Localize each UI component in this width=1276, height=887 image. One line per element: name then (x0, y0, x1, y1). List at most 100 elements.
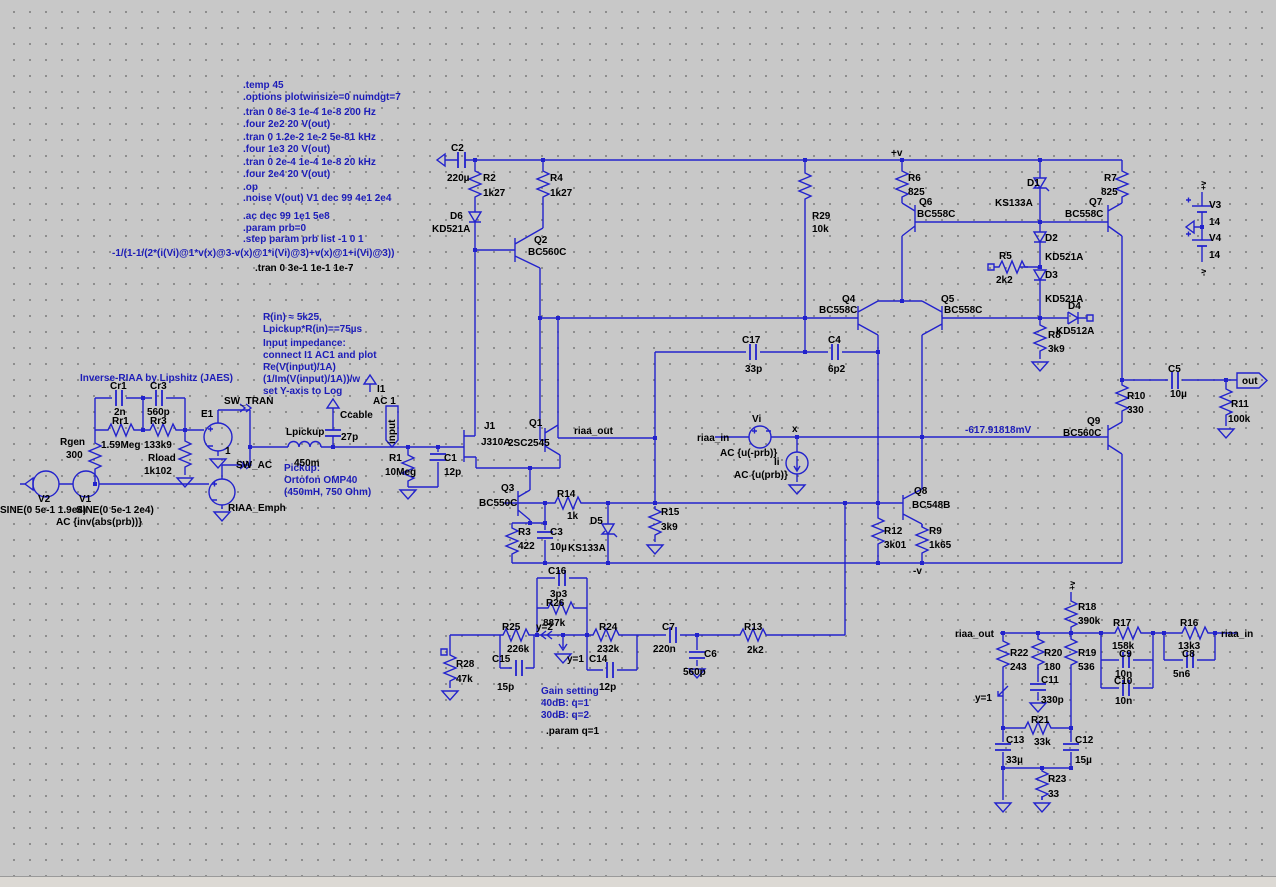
label-C13-val[interactable]: 33µ (1006, 755, 1023, 766)
net-flag-minus-v-v4[interactable]: -v (1199, 268, 1208, 276)
label-R21-val[interactable]: 33k (1034, 737, 1051, 748)
label-C14-ref[interactable]: C14 (589, 654, 608, 665)
label-D1-val[interactable]: KS133A (995, 198, 1033, 209)
label-R19-val[interactable]: 536 (1078, 662, 1095, 673)
label-R3-val[interactable]: 422 (518, 541, 535, 552)
label-D6-val[interactable]: KD521A (432, 224, 470, 235)
directive-noise[interactable]: .noise V(out) V1 dec 99 4e1 2e4 (243, 193, 392, 204)
label-R15-val[interactable]: 3k9 (661, 522, 678, 533)
label-R1-ref[interactable]: R1 (389, 453, 402, 464)
label-C17-ref[interactable]: C17 (742, 335, 761, 346)
label-Rload-ref[interactable]: Rload (148, 453, 176, 464)
label-Ccable-ref[interactable]: Ccable (340, 410, 373, 421)
label-R22-ref[interactable]: R22 (1010, 648, 1029, 659)
label-E1-val[interactable]: 1 (225, 446, 231, 457)
directive-tran-extra[interactable]: .tran 0 3e-1 1e-1 1e-7 (255, 263, 354, 274)
label-R25-ref[interactable]: R25 (502, 622, 521, 633)
label-Lpickup-val[interactable]: 450m (294, 458, 320, 469)
label-Q8-val[interactable]: BC548B (912, 500, 950, 511)
label-D2-val[interactable]: KD521A (1045, 252, 1083, 263)
label-R23-ref[interactable]: R23 (1048, 774, 1067, 785)
label-V2-ref[interactable]: V2 (38, 494, 51, 505)
label-R23-val[interactable]: 33 (1048, 789, 1060, 800)
label-Q1-val[interactable]: 2SC2545 (508, 438, 550, 449)
label-C9-ref[interactable]: C9 (1119, 649, 1132, 660)
comment-gain1[interactable]: Gain setting (541, 686, 599, 697)
label-D4-ref[interactable]: D4 (1068, 301, 1081, 312)
label-R1-val[interactable]: 10Meg (385, 467, 416, 478)
label-Ii-val[interactable]: AC {u(prb)} (734, 470, 788, 481)
label-V4-val[interactable]: 14 (1209, 250, 1221, 261)
comment-imp5[interactable]: set Y-axis to Log (263, 386, 342, 397)
label-R12-val[interactable]: 3k01 (884, 540, 907, 551)
directive-four-200hz[interactable]: .four 2e2 20 V(out) (243, 119, 330, 130)
label-C1-ref[interactable]: C1 (444, 453, 457, 464)
label-R4-val[interactable]: 1k27 (550, 188, 573, 199)
label-Ii-ref[interactable]: Ii (774, 457, 780, 468)
label-R17-ref[interactable]: R17 (1113, 618, 1132, 629)
comment-gain2[interactable]: 40dB: q=1 (541, 698, 590, 709)
label-Q2-val[interactable]: BC560C (528, 247, 566, 258)
label-Rr3-val[interactable]: 133k9 (144, 440, 172, 451)
wires-vas[interactable] (715, 372, 1237, 563)
label-R13-val[interactable]: 2k2 (747, 645, 764, 656)
wires-inverse-riaa[interactable] (20, 390, 448, 509)
label-Q5-val[interactable]: BC558C (944, 305, 982, 316)
label-C10-ref[interactable]: C10 (1114, 676, 1133, 687)
comment-pickup2[interactable]: Ortofon OMP40 (284, 475, 358, 486)
label-C5-val[interactable]: 10µ (1170, 389, 1187, 400)
label-R29-ref[interactable]: R29 (812, 211, 831, 222)
label-Q5-ref[interactable]: Q5 (941, 294, 955, 305)
label-R5-ref[interactable]: R5 (999, 251, 1012, 262)
label-R14-val[interactable]: 1k (567, 511, 579, 522)
label-R2-val[interactable]: 1k27 (483, 188, 506, 199)
label-D5-val[interactable]: KS133A (568, 543, 606, 554)
directive-op[interactable]: .op (243, 182, 258, 193)
label-Rgen-val[interactable]: 300 (66, 450, 83, 461)
label-C12-val[interactable]: 15µ (1075, 755, 1092, 766)
label-V2-val[interactable]: SINE(0 5e-1 1.9e4) (0, 505, 86, 516)
label-R12-ref[interactable]: R12 (884, 526, 903, 537)
label-C3-val[interactable]: 10µ (550, 542, 567, 553)
label-I1-val[interactable]: AC 1 (373, 396, 396, 407)
net-label-riaa-in-b[interactable]: riaa_in (1221, 629, 1253, 640)
port-input-label[interactable]: input (387, 419, 398, 444)
label-Q3-ref[interactable]: Q3 (501, 483, 515, 494)
label-R22-val[interactable]: 243 (1010, 662, 1027, 673)
label-V1-ref[interactable]: V1 (79, 494, 92, 505)
label-C8-val[interactable]: 5n6 (1173, 669, 1191, 680)
label-C15-val[interactable]: 15p (497, 682, 514, 693)
comment-imp3[interactable]: Re(V(input)/1A) (263, 362, 336, 373)
label-C7-ref[interactable]: C7 (662, 622, 675, 633)
label-Lpickup-ref[interactable]: Lpickup (286, 427, 324, 438)
label-D2-ref[interactable]: D2 (1045, 233, 1058, 244)
label-Q9-ref[interactable]: Q9 (1087, 416, 1101, 427)
label-C3-ref[interactable]: C3 (550, 527, 563, 538)
label-C2-val[interactable]: 220µ (447, 173, 470, 184)
label-D6-ref[interactable]: D6 (450, 211, 463, 222)
label-R25-val[interactable]: 226k (507, 644, 530, 655)
label-sw-ac[interactable]: SW_AC (236, 460, 272, 471)
label-R4-ref[interactable]: R4 (550, 173, 563, 184)
directive-step-param[interactable]: .step param prb list -1 0 1 (243, 234, 364, 245)
label-C17-val[interactable]: 33p (745, 364, 762, 375)
label-Rload-val[interactable]: 1k102 (144, 466, 172, 477)
label-R20-val[interactable]: 180 (1044, 662, 1061, 673)
directive-tran-20khz[interactable]: .tran 0 2e-4 1e-4 1e-8 20 kHz (243, 157, 376, 168)
net-label-x[interactable]: x (792, 424, 798, 435)
label-R24-ref[interactable]: R24 (599, 622, 618, 633)
annotation-bias-voltage[interactable]: -617.91818mV (965, 425, 1031, 436)
directive-param-q[interactable]: .param q=1 (546, 726, 600, 737)
label-R16-ref[interactable]: R16 (1180, 618, 1199, 629)
label-C5-ref[interactable]: C5 (1168, 364, 1181, 375)
label-R20-ref[interactable]: R20 (1044, 648, 1063, 659)
label-V1-val[interactable]: SINE(0 5e-1 2e4) (76, 505, 154, 516)
schematic-canvas[interactable]: .temp 45 .options plotwinsize=0 numdgt=7… (0, 0, 1276, 887)
label-R26-ref[interactable]: R26 (546, 598, 565, 609)
label-R21-ref[interactable]: R21 (1031, 715, 1050, 726)
label-R6-ref[interactable]: R6 (908, 173, 921, 184)
label-R7-ref[interactable]: R7 (1104, 173, 1117, 184)
label-R18-ref[interactable]: R18 (1078, 602, 1097, 613)
net-label-minus-v[interactable]: -v (913, 566, 922, 577)
directive-param-prb[interactable]: .param prb=0 (243, 223, 307, 234)
